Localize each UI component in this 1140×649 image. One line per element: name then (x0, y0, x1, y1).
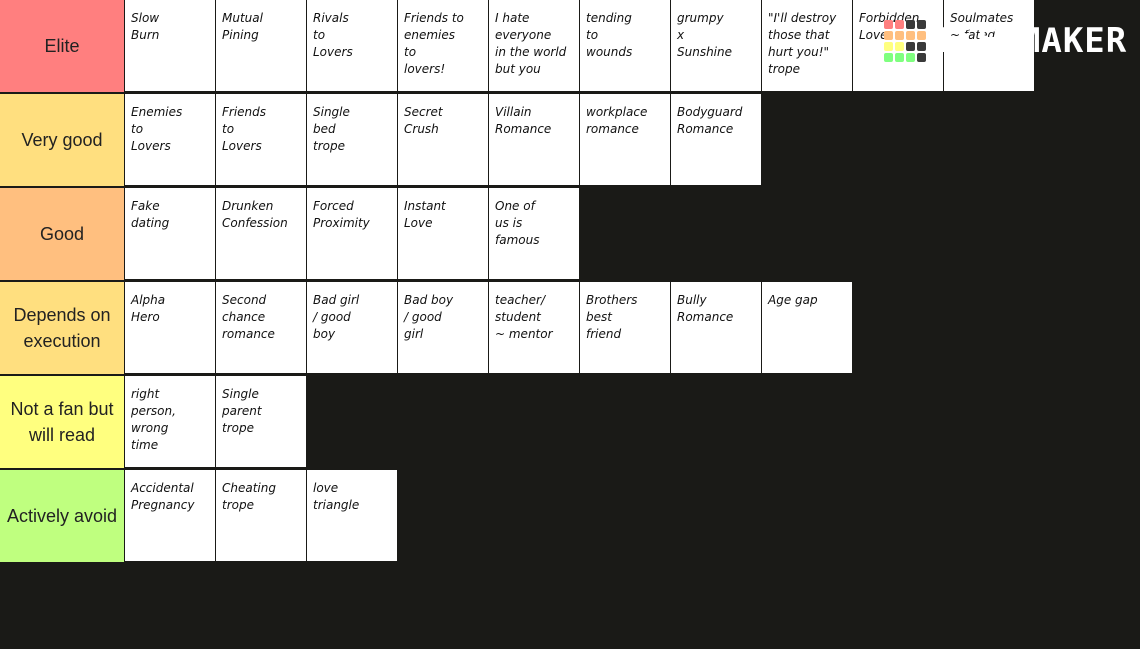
logo-square (895, 42, 904, 51)
tier-item[interactable]: Bad girl / good boy (307, 282, 397, 373)
tier-item[interactable]: grumpy x Sunshine (671, 0, 761, 91)
tier-item[interactable]: Single parent trope (216, 376, 306, 467)
tier-label[interactable]: Good (0, 188, 125, 280)
tier-item[interactable]: teacher/ student ~ mentor (489, 282, 579, 373)
logo-square (884, 42, 893, 51)
logo-square (884, 20, 893, 29)
tier-item[interactable]: Secret Crush (398, 94, 488, 185)
logo-square (895, 53, 904, 62)
logo-square (906, 42, 915, 51)
tier-item[interactable]: Mutual Pining (216, 0, 306, 91)
tier-items: Enemies to Lovers Friends to Lovers Single… (125, 94, 1140, 186)
tier-items: Fake dating Drunken Confession Forced Prox… (125, 188, 1140, 280)
tier-item[interactable]: Slow Burn (125, 0, 215, 91)
logo-text: TiERMAKER (934, 21, 1128, 61)
tier-row: Not a fan but will read right person, wro… (0, 376, 1140, 470)
tier-item[interactable]: tending to wounds (580, 0, 670, 91)
tiermaker-logo: TiERMAKER (884, 20, 1127, 62)
tier-item[interactable]: Rivals to Lovers (307, 0, 397, 91)
logo-square (917, 42, 926, 51)
tier-item[interactable]: Single bed trope (307, 94, 397, 185)
logo-square (895, 20, 904, 29)
tier-item[interactable]: "I'll destroy those that hurt you!" trop… (762, 0, 852, 91)
logo-square (906, 31, 915, 40)
tier-item[interactable]: workplace romance (580, 94, 670, 185)
tier-row: Actively avoid Accidental Pregnancy Cheati… (0, 470, 1140, 564)
tier-item[interactable]: Drunken Confession (216, 188, 306, 279)
tier-item[interactable]: right person, wrong time (125, 376, 215, 467)
tier-item[interactable]: Forced Proximity (307, 188, 397, 279)
tier-item[interactable]: Friends to enemies to lovers! (398, 0, 488, 91)
tier-item[interactable]: Bully Romance (671, 282, 761, 373)
tier-item[interactable]: Accidental Pregnancy (125, 470, 215, 561)
tier-label[interactable]: Elite (0, 0, 125, 92)
tier-item[interactable]: Friends to Lovers (216, 94, 306, 185)
tier-label[interactable]: Not a fan but will read (0, 376, 125, 468)
tier-item[interactable]: love triangle (307, 470, 397, 561)
tier-item[interactable]: Brothers best friend (580, 282, 670, 373)
tier-item[interactable]: I hate everyone in the world but you (489, 0, 579, 91)
tier-items: right person, wrong time Single parent tr… (125, 376, 1140, 468)
tier-row: Depends on execution Alpha Hero Second cha… (0, 282, 1140, 376)
logo-square (906, 20, 915, 29)
logo-square (884, 53, 893, 62)
tier-row: Good Fake dating Drunken Confession Forced … (0, 188, 1140, 282)
tier-item[interactable]: Bad boy / good girl (398, 282, 488, 373)
tier-item[interactable]: Cheating trope (216, 470, 306, 561)
tier-item[interactable]: One of us is famous (489, 188, 579, 279)
logo-square (917, 20, 926, 29)
tier-label[interactable]: Actively avoid (0, 470, 125, 562)
logo-grid-icon (884, 20, 926, 62)
tier-item[interactable]: Villain Romance (489, 94, 579, 185)
tier-label[interactable]: Depends on execution (0, 282, 125, 374)
tier-item[interactable]: Alpha Hero (125, 282, 215, 373)
tier-item[interactable]: Bodyguard Romance (671, 94, 761, 185)
logo-square (917, 53, 926, 62)
logo-square (917, 31, 926, 40)
tier-item[interactable]: Second chance romance (216, 282, 306, 373)
tier-item[interactable]: Fake dating (125, 188, 215, 279)
tier-items: Accidental Pregnancy Cheating trope love t… (125, 470, 1140, 562)
logo-square (906, 53, 915, 62)
tier-item[interactable]: Enemies to Lovers (125, 94, 215, 185)
logo-square (884, 31, 893, 40)
tier-list: Elite Slow Burn Mutual Pining Rivals to Lov… (0, 0, 1140, 564)
tier-label[interactable]: Very good (0, 94, 125, 186)
tier-row: Very good Enemies to Lovers Friends to Lov… (0, 94, 1140, 188)
logo-square (895, 31, 904, 40)
tier-item[interactable]: Age gap (762, 282, 852, 373)
tier-item[interactable]: Instant Love (398, 188, 488, 279)
tier-items: Alpha Hero Second chance romance Bad girl … (125, 282, 1140, 374)
